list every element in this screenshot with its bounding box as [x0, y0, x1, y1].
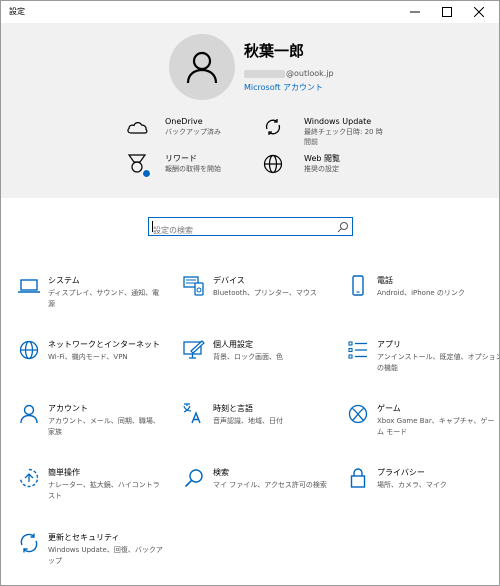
service-rewards[interactable]: リワード 報酬の取得を開始 — [126, 153, 221, 178]
category-accounts[interactable]: アカウント アカウント、メール、同期、職場、家族 — [18, 403, 166, 438]
lock-icon — [347, 467, 369, 489]
category-update-security[interactable]: 更新とセキュリティ Windows Update、回復、バックアップ — [18, 532, 166, 567]
user-email: @outlook.jp — [244, 68, 334, 79]
category-gaming[interactable]: ゲーム Xbox Game Bar、キャプチャ、ゲーム モード — [347, 403, 495, 438]
category-network[interactable]: ネットワークとインターネット Wi-Fi、機内モード、VPN — [18, 339, 166, 363]
category-description: アカウント、メール、同期、職場、家族 — [48, 417, 160, 436]
service-title: Web 閲覧 — [304, 154, 340, 163]
category-name: アプリ — [377, 340, 401, 349]
medal-icon — [126, 153, 151, 178]
category-description: ナレーター、拡大鏡、ハイコントラスト — [48, 481, 160, 500]
ease-of-access-icon — [18, 467, 40, 489]
service-onedrive[interactable]: OneDrive バックアップ済み — [126, 116, 221, 138]
person-icon — [186, 51, 218, 84]
category-description: アンインストール、既定値、オプションの機能 — [377, 353, 500, 372]
category-name: ゲーム — [377, 404, 401, 413]
service-subtitle: バックアップ済み — [165, 128, 221, 136]
minimize-button[interactable] — [401, 1, 429, 23]
category-ease-of-access[interactable]: 簡単操作 ナレーター、拡大鏡、ハイコントラスト — [18, 467, 166, 502]
service-title: Windows Update — [304, 117, 372, 126]
notification-badge — [142, 169, 151, 178]
category-phone[interactable]: 電話 Android、iPhone のリンク — [347, 275, 495, 299]
service-subtitle: 最終チェック日時: 20 時間前 — [304, 128, 383, 146]
email-redacted — [244, 69, 285, 78]
category-description: Wi-Fi、機内モード、VPN — [48, 353, 128, 361]
search-icon[interactable] — [337, 221, 349, 233]
devices-icon — [183, 275, 205, 297]
category-name: システム — [48, 276, 80, 285]
category-name: プライバシー — [377, 468, 425, 477]
user-name: 秋葉一郎 — [244, 42, 305, 60]
category-description: Android、iPhone のリンク — [377, 289, 465, 297]
text-cursor — [152, 221, 153, 232]
microsoft-account-link[interactable]: Microsoft アカウント — [244, 82, 323, 93]
service-subtitle: 報酬の取得を開始 — [165, 165, 221, 173]
minimize-icon — [410, 11, 420, 13]
window-title: 設定 — [9, 7, 25, 16]
settings-window: 設定 秋葉一郎 @outlook.jp Microsoft アカウント OneD… — [0, 0, 500, 586]
cloud-icon — [126, 116, 148, 138]
maximize-icon — [442, 7, 452, 17]
category-description: Bluetooth、プリンター、マウス — [213, 289, 317, 297]
service-title: リワード — [165, 154, 197, 163]
category-time-language[interactable]: 時刻と言語 音声認識、地域、日付 — [183, 403, 331, 427]
category-description: ディスプレイ、サウンド、通知、電源 — [48, 289, 160, 308]
sync-icon — [18, 532, 40, 554]
category-name: アカウント — [48, 404, 88, 413]
category-description: Windows Update、回復、バックアップ — [48, 546, 163, 565]
sync-icon — [262, 116, 284, 138]
category-name: 更新とセキュリティ — [48, 533, 120, 542]
service-subtitle: 推奨の設定 — [304, 165, 339, 173]
xbox-icon — [347, 403, 369, 425]
apps-list-icon — [347, 339, 369, 361]
service-web-browsing[interactable]: Web 閲覧 推奨の設定 — [262, 153, 340, 175]
category-description: 背景、ロック画面、色 — [213, 353, 283, 361]
category-search[interactable]: 検索 マイ ファイル、アクセス許可の検索 — [183, 467, 331, 491]
category-devices[interactable]: デバイス Bluetooth、プリンター、マウス — [183, 275, 331, 299]
personalization-icon — [183, 339, 205, 361]
close-icon — [474, 7, 484, 17]
search-icon — [183, 467, 205, 489]
globe-icon — [18, 339, 40, 361]
phone-icon — [347, 275, 369, 297]
settings-search-box[interactable] — [148, 217, 353, 239]
category-name: デバイス — [213, 276, 245, 285]
category-description: Xbox Game Bar、キャプチャ、ゲーム モード — [377, 417, 495, 436]
category-description: 場所、カメラ、マイク — [377, 481, 447, 489]
search-input[interactable] — [149, 222, 329, 239]
title-bar: 設定 — [1, 1, 499, 23]
category-system[interactable]: システム ディスプレイ、サウンド、通知、電源 — [18, 275, 166, 310]
category-description: 音声認識、地域、日付 — [213, 417, 283, 425]
category-name: 時刻と言語 — [213, 404, 253, 413]
close-button[interactable] — [465, 1, 493, 23]
globe-icon — [262, 153, 284, 175]
account-header: 秋葉一郎 @outlook.jp Microsoft アカウント OneDriv… — [1, 23, 499, 198]
category-apps[interactable]: アプリ アンインストール、既定値、オプションの機能 — [347, 339, 500, 374]
category-personalization[interactable]: 個人用設定 背景、ロック画面、色 — [183, 339, 331, 363]
service-title: OneDrive — [165, 117, 203, 126]
category-name: 電話 — [377, 276, 393, 285]
avatar[interactable] — [169, 34, 235, 100]
laptop-icon — [18, 275, 40, 297]
service-windows-update[interactable]: Windows Update 最終チェック日時: 20 時間前 — [262, 116, 384, 147]
email-domain: @outlook.jp — [286, 69, 334, 78]
category-name: 検索 — [213, 468, 229, 477]
person-icon — [18, 403, 40, 425]
category-privacy[interactable]: プライバシー 場所、カメラ、マイク — [347, 467, 495, 491]
time-language-icon — [183, 403, 205, 425]
category-name: 個人用設定 — [213, 340, 253, 349]
category-description: マイ ファイル、アクセス許可の検索 — [213, 481, 327, 489]
category-name: ネットワークとインターネット — [48, 340, 160, 349]
category-name: 簡単操作 — [48, 468, 80, 477]
maximize-button[interactable] — [433, 1, 461, 23]
